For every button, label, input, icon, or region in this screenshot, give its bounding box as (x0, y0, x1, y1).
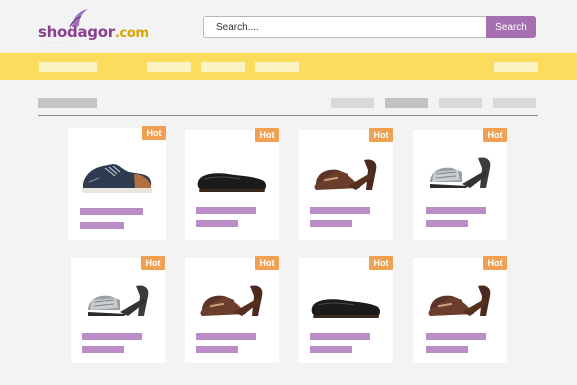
search-button[interactable]: Search (486, 16, 536, 38)
product-title[interactable] (426, 333, 486, 340)
product-price (196, 220, 238, 227)
product-title[interactable] (80, 208, 143, 215)
product-title[interactable] (196, 207, 256, 214)
product-price (426, 346, 468, 353)
heel-mule-brown-icon (422, 276, 498, 328)
heel-mule-silver-icon (422, 148, 498, 200)
hot-badge: Hot (369, 256, 393, 270)
search-bar: Search (203, 16, 536, 38)
sort-option-4[interactable] (493, 98, 536, 108)
product-card[interactable]: Hot (185, 128, 279, 240)
product-title[interactable] (310, 207, 370, 214)
sort-option-1[interactable] (331, 98, 374, 108)
product-title[interactable] (82, 333, 142, 340)
hot-badge: Hot (483, 128, 507, 142)
loafer-icon (308, 278, 384, 330)
hot-badge: Hot (483, 256, 507, 270)
product-title[interactable] (196, 333, 256, 340)
sneaker-icon (79, 152, 155, 204)
product-price (310, 346, 352, 353)
nav-item-account[interactable] (494, 62, 538, 72)
logo-wordmark-main: shodagor (38, 23, 115, 41)
nav-item-4[interactable] (255, 62, 299, 72)
product-price (310, 220, 352, 227)
sort-option-2[interactable] (385, 98, 428, 108)
hot-badge: Hot (255, 256, 279, 270)
hot-badge: Hot (255, 128, 279, 142)
product-card[interactable]: Hot (185, 256, 279, 363)
product-price (80, 222, 124, 229)
product-card[interactable]: Hot (413, 128, 507, 240)
loafer-icon (194, 152, 270, 204)
product-card[interactable]: Hot (68, 126, 166, 240)
sort-option-3[interactable] (439, 98, 482, 108)
heel-mule-brown-icon (194, 276, 270, 328)
nav-item-2[interactable] (147, 62, 191, 72)
logo-tagline: · ···· ·· ····· ········ · ·· ·· ·· (44, 40, 78, 44)
hot-badge: Hot (142, 126, 166, 140)
product-title[interactable] (426, 207, 486, 214)
product-card[interactable]: Hot (413, 256, 507, 363)
product-card[interactable]: Hot (71, 256, 165, 363)
logo-wordmark: shodagor.com (38, 23, 149, 41)
heel-mule-brown-icon (308, 150, 384, 202)
search-input[interactable] (203, 16, 486, 38)
nav-item-1[interactable] (39, 62, 97, 72)
heel-mule-silver-icon (80, 276, 156, 328)
product-card[interactable]: Hot (299, 128, 393, 240)
product-price (82, 346, 124, 353)
hot-badge: Hot (369, 128, 393, 142)
product-title[interactable] (310, 333, 370, 340)
product-price (196, 346, 238, 353)
hot-badge: Hot (141, 256, 165, 270)
site-logo[interactable]: shodagor.com · ···· ·· ····· ········ · … (38, 8, 149, 44)
section-title (38, 98, 97, 108)
logo-wordmark-tld: .com (114, 26, 149, 41)
product-card[interactable]: Hot (299, 256, 393, 363)
section-divider (38, 115, 538, 116)
product-price (426, 220, 468, 227)
main-nav (0, 53, 577, 80)
nav-item-3[interactable] (201, 62, 245, 72)
